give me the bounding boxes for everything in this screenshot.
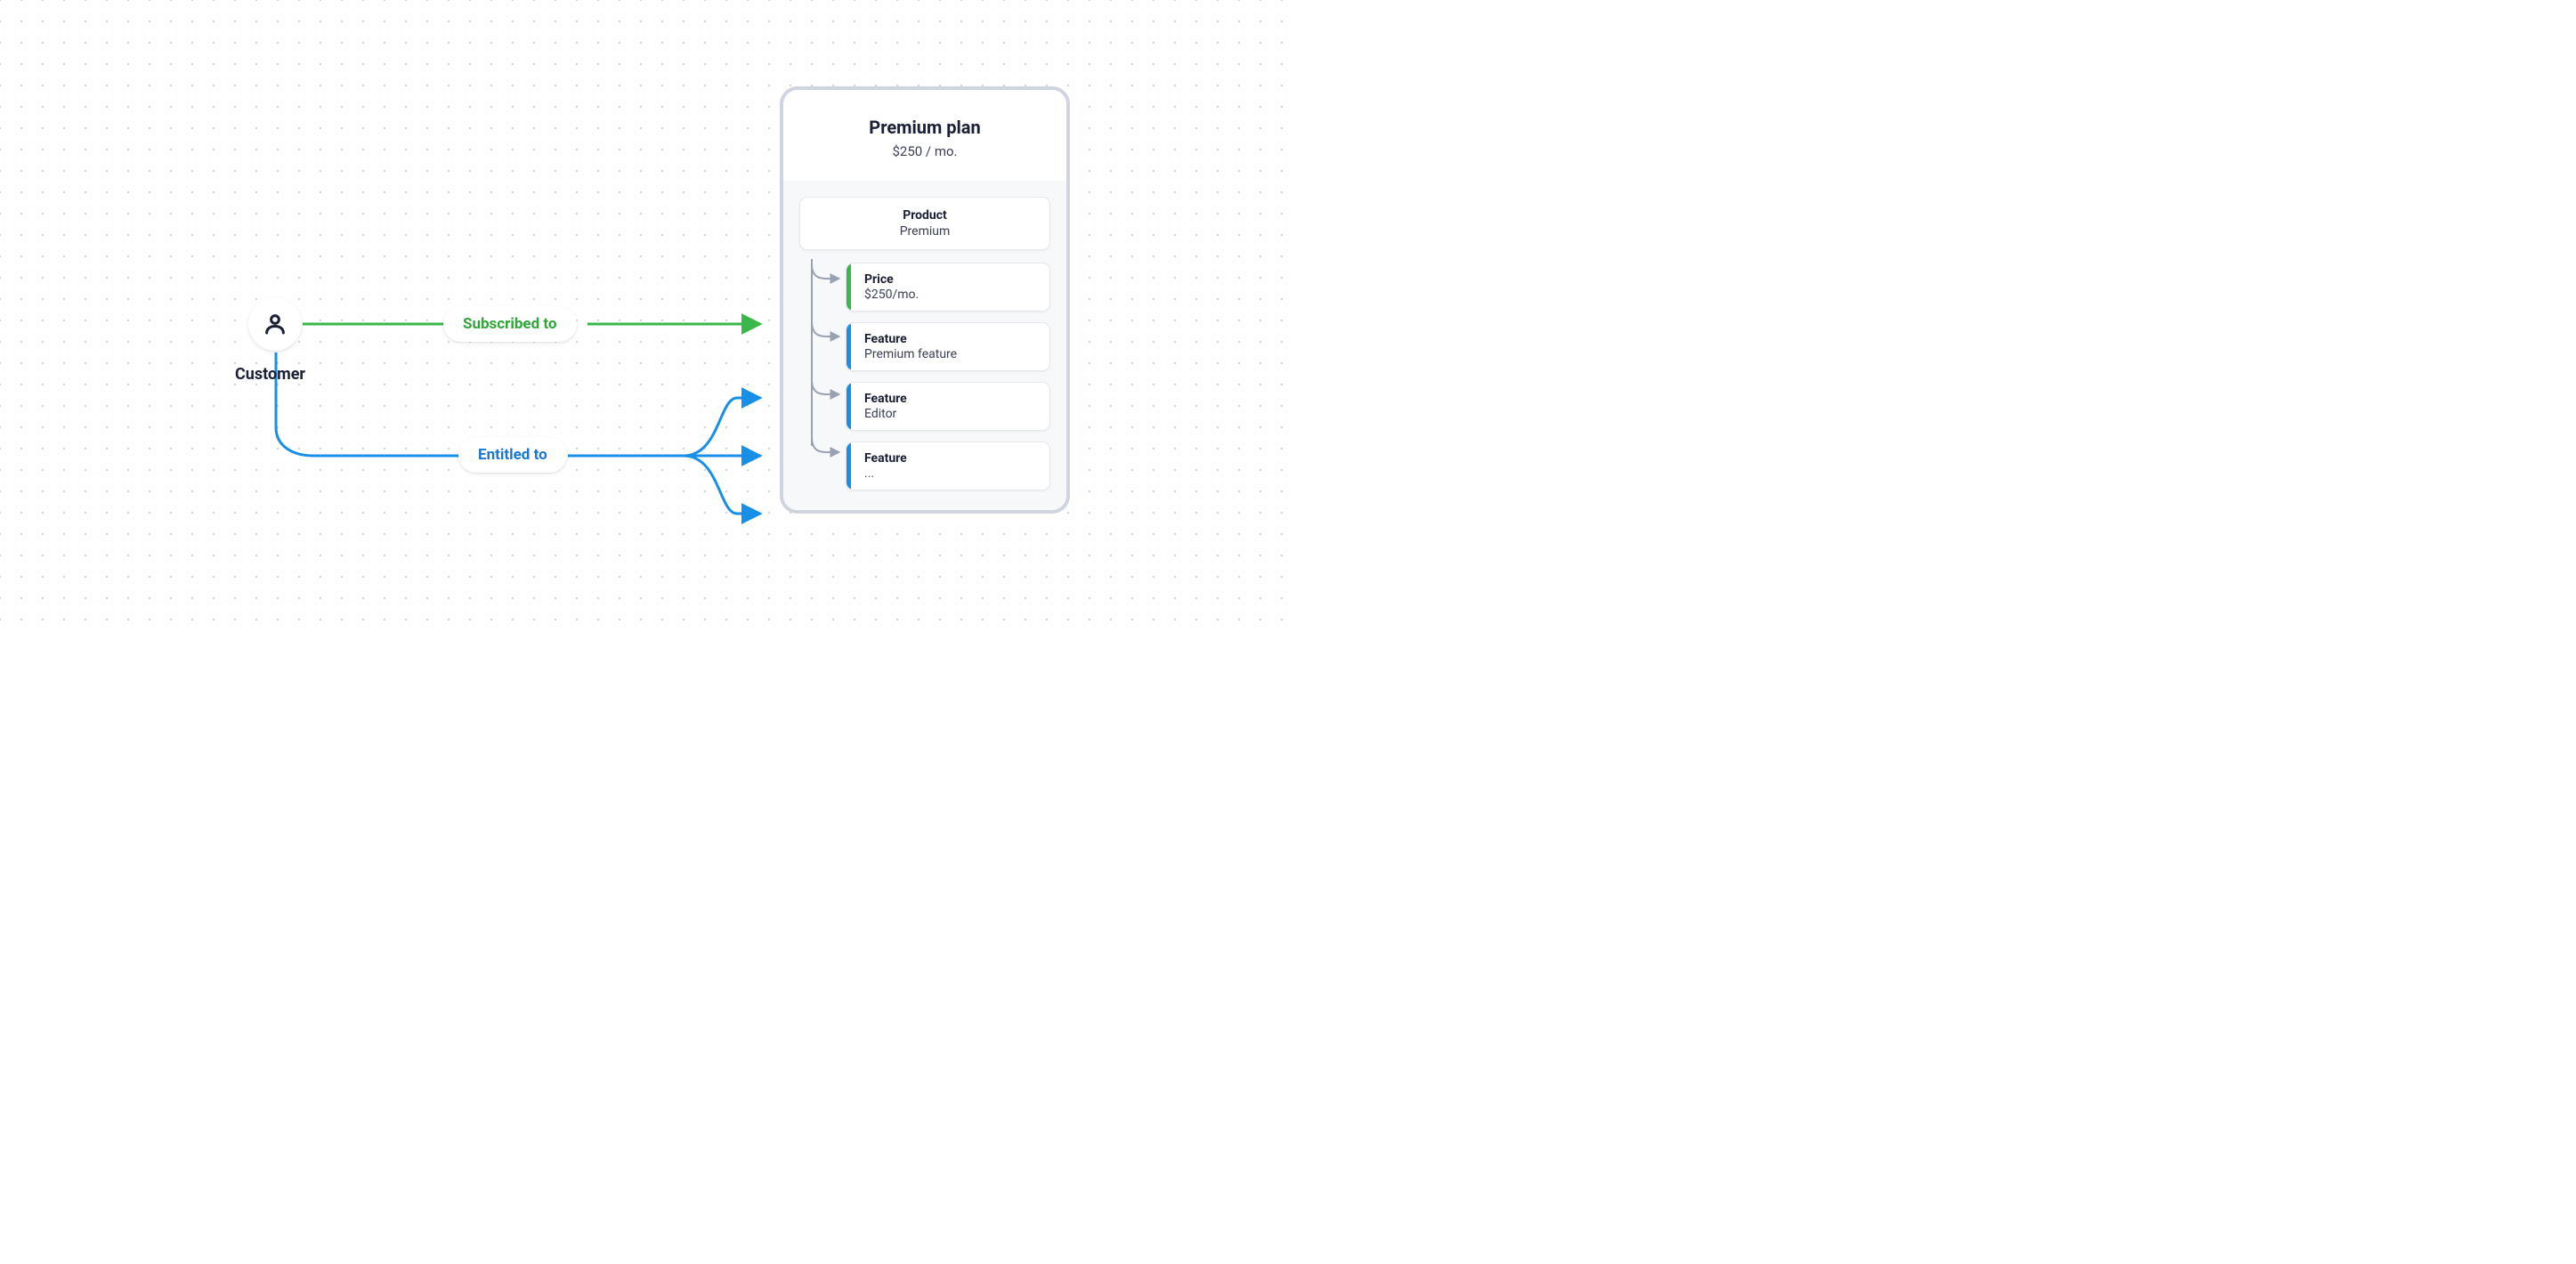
arrow-entitled-branch-3 bbox=[684, 456, 758, 514]
product-name: Premium bbox=[814, 224, 1035, 239]
plan-title: Premium plan bbox=[794, 117, 1056, 138]
item-value: $250/mo. bbox=[864, 288, 1037, 302]
plan-header: Premium plan $250 / mo. bbox=[783, 90, 1066, 181]
relation-subscribed: Subscribed to bbox=[443, 306, 577, 342]
item-label: Price bbox=[864, 272, 1037, 287]
product-card: Product Premium bbox=[799, 197, 1050, 250]
arrows-layer bbox=[0, 0, 1288, 632]
tree-connectors bbox=[801, 259, 847, 514]
feature-card: Feature ... bbox=[846, 442, 1050, 490]
item-label: Feature bbox=[864, 392, 1037, 406]
plan-body: Product Premium Price $250/mo. Feature P… bbox=[783, 181, 1066, 510]
item-value: Premium feature bbox=[864, 347, 1037, 361]
user-icon bbox=[262, 311, 288, 337]
item-label: Feature bbox=[864, 451, 1037, 466]
price-card: Price $250/mo. bbox=[846, 263, 1050, 312]
feature-card: Feature Premium feature bbox=[846, 322, 1050, 371]
feature-card: Feature Editor bbox=[846, 382, 1050, 431]
item-value: ... bbox=[864, 466, 1037, 481]
arrow-entitled-branch-1 bbox=[684, 398, 758, 456]
customer-label: Customer bbox=[235, 365, 305, 384]
product-label: Product bbox=[814, 208, 1035, 223]
relation-entitled: Entitled to bbox=[458, 437, 567, 473]
item-label: Feature bbox=[864, 332, 1037, 346]
plan-card: Premium plan $250 / mo. Product Premium … bbox=[780, 86, 1070, 514]
plan-price: $250 / mo. bbox=[794, 143, 1056, 159]
customer-node bbox=[248, 297, 302, 351]
diagram-canvas: Customer Subscribed to Entitled to Premi… bbox=[0, 0, 1288, 632]
item-value: Editor bbox=[864, 407, 1037, 421]
